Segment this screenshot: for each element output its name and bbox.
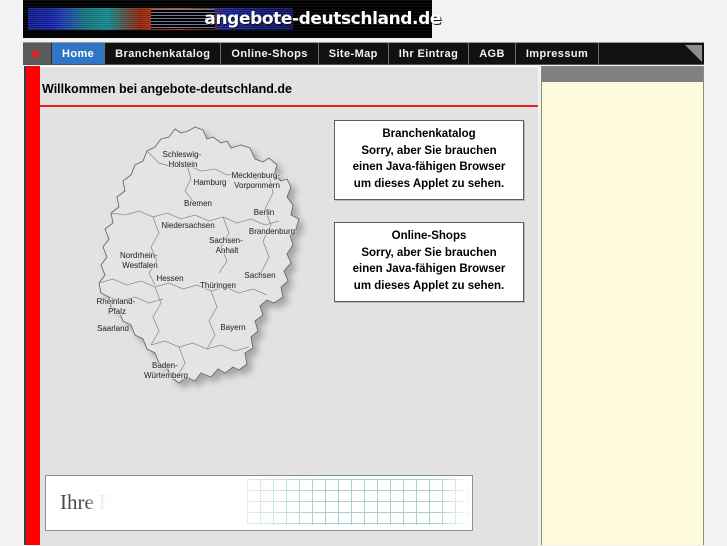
ad-banner-text: Ihre F bbox=[60, 490, 111, 514]
map-label-sachsen[interactable]: Sachsen bbox=[244, 270, 277, 281]
applet-line-3: um dieses Applet zu sehen. bbox=[353, 279, 505, 292]
nav-corner-decoration bbox=[682, 43, 704, 64]
nav-item-impressum[interactable]: Impressum bbox=[516, 43, 600, 64]
nav-item-ihr-eintrag[interactable]: Ihr Eintrag bbox=[389, 43, 470, 64]
left-gutter bbox=[0, 0, 23, 545]
germany-map[interactable]: Schleswig- Holstein Hamburg Mecklenburg-… bbox=[55, 115, 320, 505]
page-title: Willkommen bei angebote-deutschland.de bbox=[42, 82, 292, 96]
map-label-saarland[interactable]: Saarland bbox=[96, 323, 130, 334]
main-content: Willkommen bei angebote-deutschland.de S… bbox=[40, 66, 538, 546]
ad-banner[interactable]: Ihre F bbox=[45, 475, 473, 531]
main-navigation: Home Branchenkatalog Online-Shops Site-M… bbox=[23, 42, 704, 65]
ad-grid-pattern bbox=[247, 479, 472, 525]
title-divider bbox=[40, 105, 538, 107]
map-label-bremen[interactable]: Bremen bbox=[183, 198, 213, 209]
applet-line-3: um dieses Applet zu sehen. bbox=[353, 177, 505, 190]
right-sidebar-header bbox=[541, 66, 704, 82]
nav-item-online-shops[interactable]: Online-Shops bbox=[221, 43, 319, 64]
applet-line-1: Sorry, aber Sie brauchen bbox=[361, 246, 497, 259]
applet-branchenkatalog: Branchenkatalog Sorry, aber Sie brauchen… bbox=[334, 120, 524, 200]
left-red-accent-bar bbox=[24, 66, 40, 545]
right-sidebar bbox=[541, 66, 704, 545]
right-gutter bbox=[704, 0, 727, 545]
map-label-hamburg[interactable]: Hamburg bbox=[193, 177, 228, 188]
applet-line-1: Sorry, aber Sie brauchen bbox=[361, 144, 497, 157]
page-root: angebote-deutschland.de Home Branchenkat… bbox=[0, 0, 727, 546]
map-label-niedersachsen[interactable]: Niedersachsen bbox=[161, 220, 216, 231]
map-label-mecklenburg-vorpommern[interactable]: Mecklenburg- Vorpommern bbox=[231, 170, 283, 191]
applet-title: Branchenkatalog bbox=[382, 128, 476, 140]
map-label-thueringen[interactable]: Thüringen bbox=[199, 280, 237, 291]
germany-map-svg[interactable]: Schleswig- Holstein Hamburg Mecklenburg-… bbox=[55, 115, 320, 505]
site-title: angebote-deutschland.de bbox=[204, 9, 441, 29]
nav-item-home[interactable]: Home bbox=[52, 43, 106, 64]
applet-line-2: einen Java-fähigen Browser bbox=[352, 161, 506, 173]
site-banner: angebote-deutschland.de bbox=[23, 0, 441, 38]
map-label-brandenburg[interactable]: Brandenburg bbox=[248, 226, 296, 237]
map-label-bayern[interactable]: Bayern bbox=[220, 322, 247, 333]
map-label-hessen[interactable]: Hessen bbox=[156, 273, 185, 284]
applet-title: Online-Shops bbox=[391, 230, 467, 242]
nav-item-site-map[interactable]: Site-Map bbox=[319, 43, 389, 64]
applet-line-2: einen Java-fähigen Browser bbox=[352, 263, 506, 275]
nav-arrow-cell bbox=[23, 43, 52, 64]
nav-item-branchenkatalog[interactable]: Branchenkatalog bbox=[105, 43, 222, 64]
map-label-nordrhein-westfalen[interactable]: Nordrhein- Westfalen bbox=[119, 250, 160, 271]
applet-online-shops: Online-Shops Sorry, aber Sie brauchen ei… bbox=[334, 222, 524, 302]
nav-item-agb[interactable]: AGB bbox=[469, 43, 516, 64]
triangle-right-icon bbox=[33, 48, 41, 59]
map-label-berlin[interactable]: Berlin bbox=[253, 207, 275, 218]
map-label-schleswig-holstein[interactable]: Schleswig- Holstein bbox=[162, 149, 204, 170]
